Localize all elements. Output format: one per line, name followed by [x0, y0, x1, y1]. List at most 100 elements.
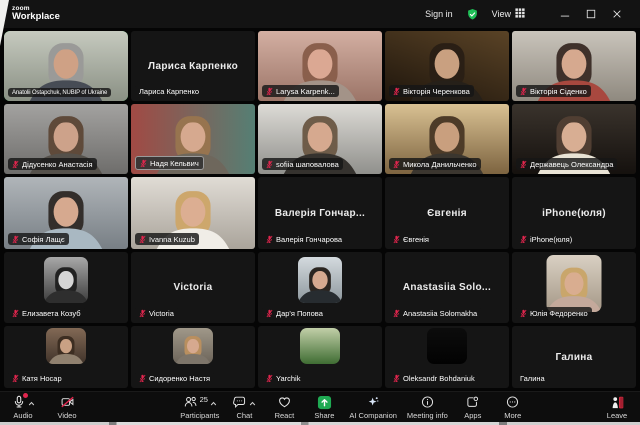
- participant-tile[interactable]: Катя Носар: [4, 326, 128, 388]
- brand-workplace: Workplace: [12, 11, 60, 23]
- muted-mic-icon: [12, 160, 19, 169]
- toolbar-label: Video: [57, 410, 77, 420]
- participant-tile[interactable]: Дідусенко Анастасія: [4, 104, 128, 174]
- muted-mic-icon: [266, 309, 273, 318]
- muted-mic-icon: [520, 87, 527, 96]
- participant-avatar: [546, 255, 602, 312]
- participant-name-label: Вікторія Черенкова: [389, 85, 474, 97]
- more-icon: [505, 395, 520, 409]
- participant-tile[interactable]: Вікторія Сіденко: [512, 31, 636, 101]
- toolbar-participants-button[interactable]: 25 Participants: [180, 392, 219, 422]
- participant-name-label: Larysa Karpenk...: [262, 85, 339, 97]
- participant-tile[interactable]: Елизавета Козуб: [4, 252, 128, 323]
- maximize-button[interactable]: [578, 3, 604, 25]
- participant-tile[interactable]: Софія Лащє: [4, 177, 128, 249]
- participant-tile[interactable]: Дар'я Попова: [258, 252, 382, 323]
- participant-name: Надя Кельвич: [150, 158, 199, 168]
- toolbar-audio-button[interactable]: Audio: [8, 392, 38, 422]
- toolbar-label: Apps: [464, 410, 482, 420]
- toolbar-label: Meeting info: [406, 410, 448, 420]
- participant-name: Елизавета Козуб: [22, 308, 81, 318]
- muted-mic-icon: [266, 87, 273, 96]
- participant-name-label: Катя Носар: [8, 372, 66, 384]
- participant-name: sofiia шаповалова: [276, 159, 339, 169]
- participant-tile[interactable]: Юлія Федоренко: [512, 252, 636, 323]
- muted-mic-icon: [139, 309, 146, 318]
- participant-name-label: Софія Лащє: [8, 233, 69, 245]
- participant-tile[interactable]: Державець Олександра: [512, 104, 636, 174]
- toolbar-label: AI Companion: [349, 410, 397, 420]
- sign-in-button[interactable]: Sign in: [425, 9, 453, 19]
- toolbar-video-button[interactable]: Video: [52, 392, 82, 422]
- participant-name: Oleksandr Bohdaniuk: [403, 373, 475, 383]
- participant-tile[interactable]: Сидоренко Настя: [131, 326, 255, 388]
- participant-tile[interactable]: sofiia шаповалова: [258, 104, 382, 174]
- muted-mic-icon: [520, 235, 527, 244]
- muted-mic-icon: [140, 159, 147, 168]
- participant-name-label: Ivanna Kuzub: [135, 233, 199, 245]
- toolbar-leave-button[interactable]: Leave: [602, 392, 632, 422]
- participant-name: iPhone(юля): [530, 234, 573, 244]
- participant-name-label: Державець Олександра: [516, 158, 618, 170]
- minimize-button[interactable]: [552, 3, 578, 25]
- title-bar: zoom Workplace Sign in View: [0, 0, 640, 28]
- muted-mic-icon: [12, 374, 19, 383]
- participant-tile[interactable]: Larysa Karpenk...: [258, 31, 382, 101]
- participant-tile[interactable]: Лариса Карпенко Лариса Карпенко: [131, 31, 255, 101]
- participant-tile[interactable]: Надя Кельвич: [131, 104, 255, 174]
- toolbar-react-button[interactable]: React: [269, 392, 299, 422]
- participant-name: Катя Носар: [22, 373, 62, 383]
- participant-avatar: [298, 257, 342, 303]
- participant-avatar: [46, 328, 86, 364]
- muted-mic-icon: [266, 160, 273, 169]
- muted-mic-icon: [393, 87, 400, 96]
- toolbar-meeting-info-button[interactable]: Meeting info: [407, 392, 448, 422]
- close-button[interactable]: [604, 3, 630, 25]
- toolbar-chat-button[interactable]: Chat: [229, 392, 259, 422]
- participant-avatar: [44, 257, 88, 303]
- toolbar-label: Chat: [236, 410, 253, 420]
- participant-tile[interactable]: Галина Галина: [512, 326, 636, 388]
- participants-caret-icon[interactable]: [210, 393, 217, 411]
- participant-name-label: Сидоренко Настя: [135, 372, 215, 384]
- audio-icon: [12, 393, 28, 409]
- view-button[interactable]: View: [492, 8, 525, 20]
- zoom-workplace-logo: zoom Workplace: [12, 5, 60, 23]
- muted-mic-icon: [393, 374, 400, 383]
- participant-tile[interactable]: Anatolii Ostapchuk, NUBIP of Ukraine: [4, 31, 128, 101]
- audio-caret-icon[interactable]: [28, 393, 35, 411]
- react-icon: [277, 395, 292, 409]
- muted-mic-icon: [520, 160, 527, 169]
- encryption-shield-icon[interactable]: [466, 8, 479, 21]
- participant-tile[interactable]: Yarchik: [258, 326, 382, 388]
- participant-tile[interactable]: Євгенія Євгенія: [385, 177, 509, 249]
- toolbar-more-button[interactable]: More: [498, 392, 528, 422]
- participant-tile[interactable]: iPhone(юля) iPhone(юля): [512, 177, 636, 249]
- participant-name: Yarchik: [276, 373, 301, 383]
- toolbar-ai-companion-button[interactable]: AI Companion: [349, 392, 397, 422]
- participants-icon: [183, 395, 198, 409]
- participant-tile[interactable]: Вікторія Черенкова: [385, 31, 509, 101]
- participant-tile[interactable]: Victoria Victoria: [131, 252, 255, 323]
- meeting-toolbar: Audio Video 25 Participants Chat React Share A…: [0, 391, 640, 422]
- muted-mic-icon: [393, 160, 400, 169]
- toolbar-label: React: [274, 410, 295, 420]
- participant-name-label: iPhone(юля): [516, 233, 577, 245]
- participants-grid: Anatolii Ostapchuk, NUBIP of Ukraine Лари…: [4, 31, 636, 388]
- participant-avatar: [300, 328, 340, 364]
- chat-icon: [232, 395, 247, 409]
- toolbar-share-button[interactable]: Share: [309, 392, 339, 422]
- participant-name: Сидоренко Настя: [149, 373, 211, 383]
- chat-caret-icon[interactable]: [249, 393, 256, 411]
- participant-tile[interactable]: Валерія Гончар... Валерія Гончарова: [258, 177, 382, 249]
- participant-tile[interactable]: Ivanna Kuzub: [131, 177, 255, 249]
- participant-name: Микола Данильченко: [403, 159, 477, 169]
- participant-tile[interactable]: Oleksandr Bohdaniuk: [385, 326, 509, 388]
- participant-name-label: Вікторія Сіденко: [516, 85, 591, 97]
- toolbar-apps-button[interactable]: Apps: [458, 392, 488, 422]
- participant-name: Державець Олександра: [530, 159, 614, 169]
- toolbar-label: Leave: [606, 410, 628, 420]
- participant-tile[interactable]: Микола Данильченко: [385, 104, 509, 174]
- participant-tile[interactable]: Anastasiia Solo... Anastasiia Solomakha: [385, 252, 509, 323]
- view-label: View: [491, 9, 511, 19]
